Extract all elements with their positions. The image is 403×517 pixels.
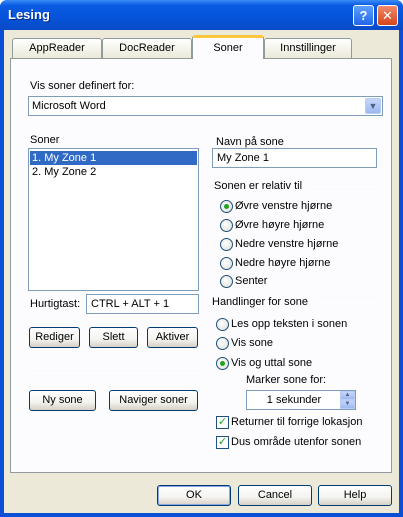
divider bbox=[318, 302, 376, 303]
radio-upper-right[interactable] bbox=[220, 219, 233, 232]
zones-list-label: Soner bbox=[30, 134, 60, 146]
spin-down-icon[interactable]: ▼ bbox=[340, 400, 355, 409]
close-title-button[interactable]: ✕ bbox=[377, 5, 398, 26]
title-bar[interactable]: Lesing ? ✕ bbox=[0, 0, 403, 30]
divider bbox=[29, 373, 199, 374]
dim-checkbox[interactable]: ✓ bbox=[216, 436, 229, 449]
return-checkbox[interactable]: ✓ bbox=[216, 416, 229, 429]
list-item[interactable]: 2. My Zone 2 bbox=[30, 165, 197, 179]
tab-innstillinger[interactable]: Innstillinger bbox=[264, 38, 352, 58]
tab-soner[interactable]: Soner bbox=[192, 35, 264, 59]
mark-duration-spinner[interactable]: 1 sekunder ▲ ▼ bbox=[246, 390, 356, 410]
tab-docreader[interactable]: DocReader bbox=[102, 38, 192, 58]
zone-name-label: Navn på sone bbox=[216, 136, 284, 148]
window-title: Lesing bbox=[8, 7, 50, 22]
chevron-down-icon[interactable]: ▼ bbox=[365, 98, 381, 114]
ok-button[interactable]: OK bbox=[157, 485, 231, 506]
radio-upper-right-label[interactable]: Øvre høyre hjørne bbox=[235, 219, 324, 231]
show-for-label: Vis soner definert for: bbox=[30, 80, 135, 92]
spin-up-icon[interactable]: ▲ bbox=[340, 391, 355, 400]
edit-button[interactable]: Rediger bbox=[29, 327, 80, 348]
cancel-button[interactable]: Cancel bbox=[238, 485, 312, 506]
relative-group-label: Sonen er relativ til bbox=[214, 180, 303, 192]
radio-center-label[interactable]: Senter bbox=[235, 275, 267, 287]
new-zone-button[interactable]: Ny sone bbox=[29, 390, 96, 411]
navigate-zones-button[interactable]: Naviger soner bbox=[109, 390, 198, 411]
radio-show-and-read[interactable] bbox=[216, 357, 229, 370]
radio-lower-left-label[interactable]: Nedre venstre hjørne bbox=[235, 238, 338, 250]
help-button[interactable]: Help bbox=[318, 485, 392, 506]
radio-dot-icon bbox=[224, 204, 229, 209]
zone-name-input[interactable]: My Zone 1 bbox=[212, 148, 377, 168]
zones-list[interactable]: 1. My Zone 1 2. My Zone 2 bbox=[28, 148, 199, 291]
dialog-window: Lesing ? ✕ AppReader DocReader Soner Inn… bbox=[0, 0, 403, 517]
hotkey-value: CTRL + ALT + 1 bbox=[91, 298, 170, 310]
radio-dot-icon bbox=[220, 361, 225, 366]
zone-name-value: My Zone 1 bbox=[217, 152, 269, 164]
mark-duration-value: 1 sekunder bbox=[266, 394, 322, 406]
actions-group-label: Handlinger for sone bbox=[212, 296, 309, 308]
activate-button[interactable]: Aktiver bbox=[147, 327, 198, 348]
app-select[interactable]: Microsoft Word ▼ bbox=[28, 96, 383, 116]
radio-upper-left-label[interactable]: Øvre venstre hjørne bbox=[235, 200, 332, 212]
dim-checkbox-label[interactable]: Dus område utenfor sonen bbox=[231, 436, 361, 448]
divider bbox=[306, 186, 376, 187]
radio-lower-left[interactable] bbox=[220, 238, 233, 251]
hotkey-label: Hurtigtast: bbox=[30, 298, 81, 310]
radio-upper-left[interactable] bbox=[220, 200, 233, 213]
radio-show-zone-label[interactable]: Vis sone bbox=[231, 337, 273, 349]
radio-read-text[interactable] bbox=[216, 318, 229, 331]
delete-button[interactable]: Slett bbox=[89, 327, 138, 348]
return-checkbox-label[interactable]: Returner til forrige lokasjon bbox=[231, 416, 362, 428]
radio-lower-right[interactable] bbox=[220, 257, 233, 270]
radio-show-and-read-label[interactable]: Vis og uttal sone bbox=[231, 357, 312, 369]
radio-read-text-label[interactable]: Les opp teksten i sonen bbox=[231, 318, 347, 330]
tab-appreader[interactable]: AppReader bbox=[12, 38, 102, 58]
list-item[interactable]: 1. My Zone 1 bbox=[30, 151, 197, 165]
radio-center[interactable] bbox=[220, 275, 233, 288]
help-title-button[interactable]: ? bbox=[353, 5, 374, 26]
radio-show-zone[interactable] bbox=[216, 337, 229, 350]
hotkey-input[interactable]: CTRL + ALT + 1 bbox=[86, 294, 199, 314]
radio-lower-right-label[interactable]: Nedre høyre hjørne bbox=[235, 257, 330, 269]
mark-zone-label: Marker sone for: bbox=[246, 374, 327, 386]
app-select-value: Microsoft Word bbox=[32, 100, 106, 112]
